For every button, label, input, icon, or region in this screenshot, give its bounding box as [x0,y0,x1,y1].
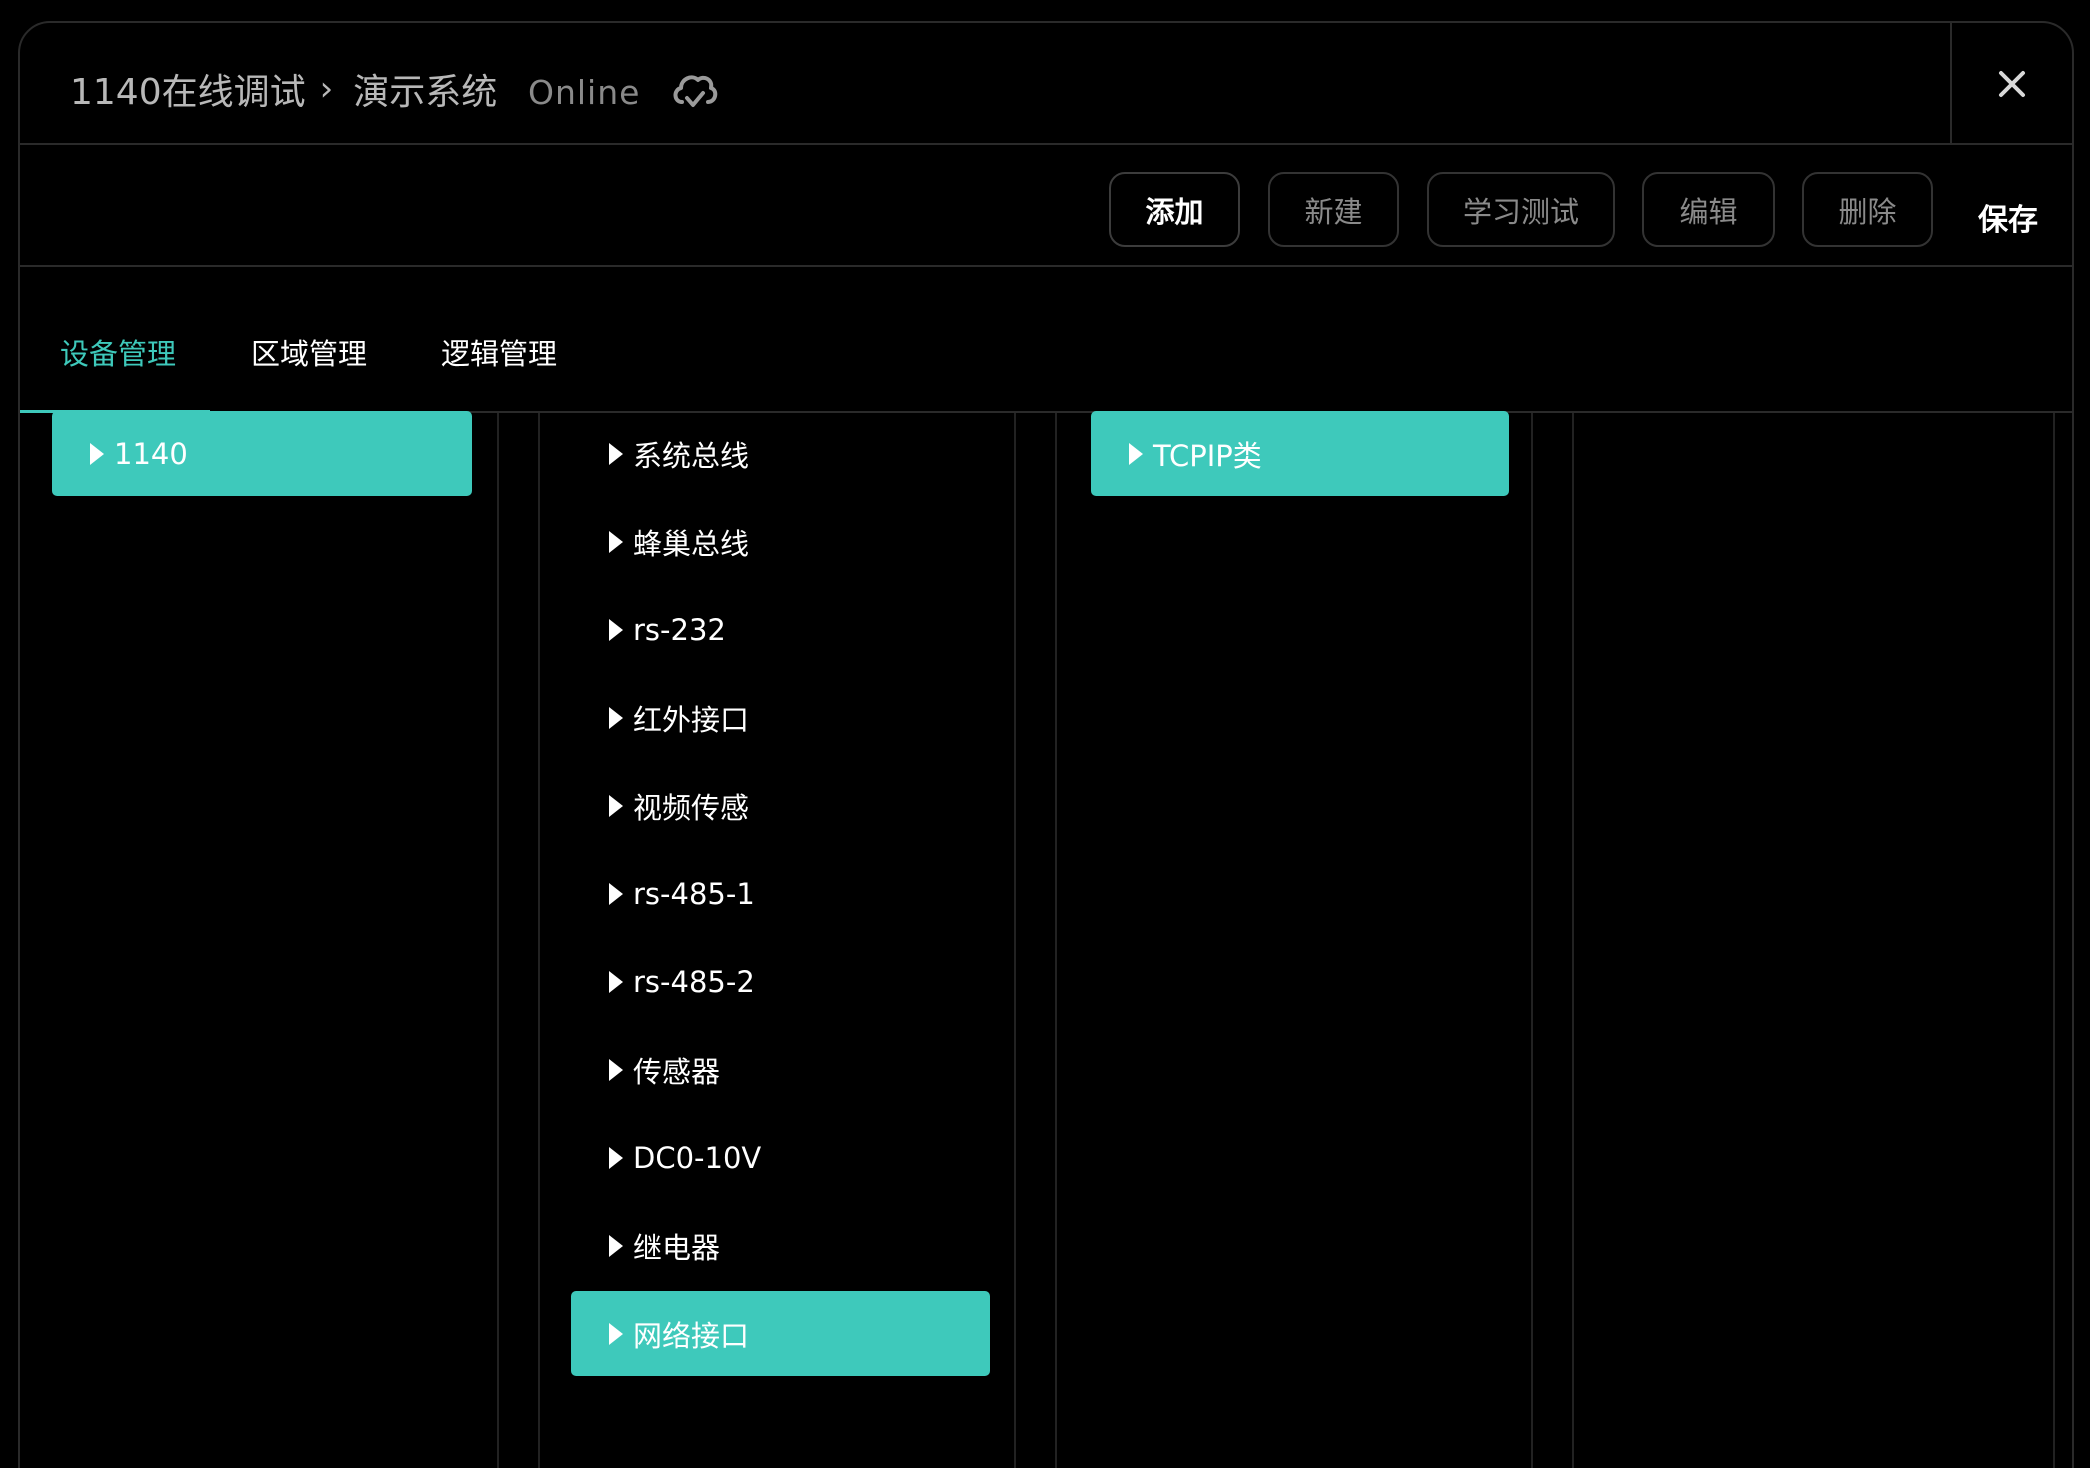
caret-right-icon [609,1234,623,1257]
column-divider [2053,413,2055,1468]
add-button[interactable]: 添加 [1109,172,1240,247]
close-button[interactable] [1950,23,2072,145]
list-item[interactable]: 传感器 [571,1027,990,1112]
close-icon [1999,71,2025,97]
list-item-label: DC0-10V [633,1140,762,1175]
title-bar: 1140在线调试 › 演示系统 Online [20,23,2072,145]
list-item[interactable]: 红外接口 [571,675,990,760]
list-item-label: 传感器 [633,1054,721,1089]
tab-bar: 设备管理 区域管理 逻辑管理 [20,267,2072,413]
list-item-label: rs-485-1 [633,876,755,911]
list-item[interactable]: 系统总线 [571,411,990,496]
chevron-right-icon: › [319,69,334,109]
caret-right-icon [90,442,104,465]
caret-right-icon [609,530,623,553]
new-button[interactable]: 新建 [1268,172,1399,247]
caret-right-icon [609,1058,623,1081]
list-item-label: 视频传感 [633,790,750,825]
toolbar: 添加 新建 学习测试 编辑 删除 保存 [20,145,2072,267]
list-item-label: 红外接口 [633,702,750,737]
breadcrumb: 1140在线调试 › 演示系统 [70,63,497,115]
list-item-label: TCPIP类 [1153,438,1262,473]
list-item[interactable]: 网络接口 [571,1291,990,1376]
save-button[interactable]: 保存 [1978,195,2038,239]
caret-right-icon [609,1146,623,1169]
caret-right-icon [609,706,623,729]
cloud-check-icon [673,75,718,107]
caret-right-icon [1129,442,1143,465]
list-item-label: 蜂巢总线 [633,526,750,561]
breadcrumb-current: 演示系统 [353,72,498,113]
caret-right-icon [609,882,623,905]
column-divider [538,413,540,1468]
column-divider [1572,413,1574,1468]
list-item-label: 继电器 [633,1230,721,1265]
delete-button[interactable]: 删除 [1802,172,1933,247]
column-divider [1531,413,1533,1468]
list-item[interactable]: 视频传感 [571,763,990,848]
list-item-label: rs-485-2 [633,964,755,999]
list-item[interactable]: rs-485-1 [571,851,990,936]
caret-right-icon [609,442,623,465]
list-item[interactable]: 蜂巢总线 [571,499,990,584]
debug-window: 1140在线调试 › 演示系统 Online 添加 新建 学习测试 编辑 删除 … [18,21,2074,1468]
edit-button[interactable]: 编辑 [1642,172,1775,247]
list-item[interactable]: TCPIP类 [1091,411,1509,496]
list-item[interactable]: rs-485-2 [571,939,990,1024]
caret-right-icon [609,618,623,641]
column-divider [1014,413,1016,1468]
list-item-label: 系统总线 [633,438,750,473]
list-item[interactable]: rs-232 [571,587,990,672]
list-item[interactable]: 继电器 [571,1203,990,1288]
list-item-label: 1140 [114,436,188,471]
tab-logic-management[interactable]: 逻辑管理 [441,331,557,373]
list-item[interactable]: DC0-10V [571,1115,990,1200]
tab-area-management[interactable]: 区域管理 [251,331,367,373]
column-divider [1055,413,1057,1468]
caret-right-icon [609,970,623,993]
connection-status: Online [528,73,641,112]
breadcrumb-root[interactable]: 1140在线调试 [70,63,306,115]
list-item-label: rs-232 [633,612,726,647]
list-item-label: 网络接口 [633,1318,750,1353]
column-divider [497,413,499,1468]
caret-right-icon [609,1322,623,1345]
caret-right-icon [609,794,623,817]
tab-device-management[interactable]: 设备管理 [60,331,176,373]
list-item[interactable]: 1140 [52,411,472,496]
learn-test-button[interactable]: 学习测试 [1427,172,1615,247]
